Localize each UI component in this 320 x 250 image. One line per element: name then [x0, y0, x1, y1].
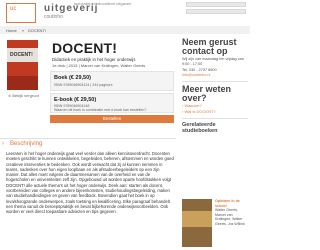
cover-bottom — [7, 76, 38, 90]
print-isbn: ISBN 9789046904124 | 244 pagina's — [54, 83, 113, 87]
sidebar: Neem gerust contact op Wij zijn van maan… — [182, 38, 248, 134]
breadcrumb-separator: » — [22, 28, 25, 33]
more-link-2[interactable]: › Wat is DOCENT? — [182, 109, 248, 115]
book-subtitle: Didactiek en praktijk in het hoger onder… — [52, 57, 136, 62]
search-input[interactable] — [186, 2, 246, 7]
description-heading: Beschrijving — [10, 141, 43, 147]
sidebar-divider — [182, 81, 248, 82]
header-search[interactable] — [186, 2, 246, 22]
contact-hours: Wij zijn van maandag t/m vrijdag van 9:0… — [182, 57, 244, 66]
more-link-2-label: Wat is DOCENT? — [184, 109, 216, 114]
book-cover[interactable]: DOCENT! — [7, 40, 38, 90]
related-heading: Gerelateerde studieboeken — [182, 122, 218, 134]
header: uc specialist in educatieve uitgaven uit… — [0, 0, 250, 26]
logo-mark: uc — [10, 6, 17, 12]
zoom-label: Bekijk vergroot — [12, 93, 39, 98]
related-cover-band — [182, 211, 212, 227]
description-paragraph: Leeraren in het hoger onderwijs gaat vee… — [6, 151, 174, 215]
book-authors: 1e druk | 2015 | Marcel van Kralingen, W… — [52, 63, 146, 68]
chevron-right-icon: › — [2, 141, 4, 147]
cover-title: DOCENT! — [10, 52, 33, 58]
sidebar-divider-2 — [182, 118, 248, 119]
account-bar[interactable] — [186, 9, 246, 14]
description-text: Leeraren in het hoger onderwijs gaat vee… — [6, 151, 174, 215]
more-heading: Meer weten over? — [182, 84, 232, 103]
print-option[interactable]: Boek (€ 29,50) ISBN 9789046904124 | 244 … — [50, 71, 174, 91]
logo-subtext: coutinho — [44, 14, 63, 20]
contact-heading: Neem gerust contact op — [182, 37, 237, 56]
breadcrumb-current: DOCENT! — [28, 28, 46, 33]
logo[interactable]: uc — [6, 3, 36, 23]
magnifier-icon: ⊕ — [8, 93, 12, 98]
ebook-note[interactable]: Waarom dit boek in combinatie met e-book… — [54, 108, 146, 112]
related-book-title: Opleiden in de school — [215, 199, 240, 208]
logo-text[interactable]: uitgeverij — [44, 3, 98, 14]
related-book-authors: Walter Geerts, Marcel van Kralingen, Wal… — [215, 208, 245, 226]
breadcrumb: Home » DOCENT! — [0, 26, 250, 34]
description-header[interactable]: › Beschrijving — [0, 138, 176, 148]
zoom-link[interactable]: ⊕Bekijk vergroot — [8, 93, 39, 98]
ebook-price: E-book (€ 29,50) — [54, 97, 97, 103]
page-title: DOCENT! — [52, 40, 118, 56]
breadcrumb-home[interactable]: Home — [6, 28, 17, 33]
contact-email[interactable]: info@coutinho.nl — [182, 73, 248, 78]
more-link-1-label: Waarom? — [184, 103, 202, 108]
related-book-cover[interactable] — [182, 199, 212, 247]
related-book-info[interactable]: Opleiden in de school Walter Geerts, Mar… — [215, 199, 249, 227]
print-price: Boek (€ 29,50) — [54, 75, 91, 81]
order-button[interactable]: Bestellen — [50, 115, 174, 123]
ebook-option[interactable]: E-book (€ 29,50) ISBN 9789046904148 Waar… — [50, 93, 174, 113]
